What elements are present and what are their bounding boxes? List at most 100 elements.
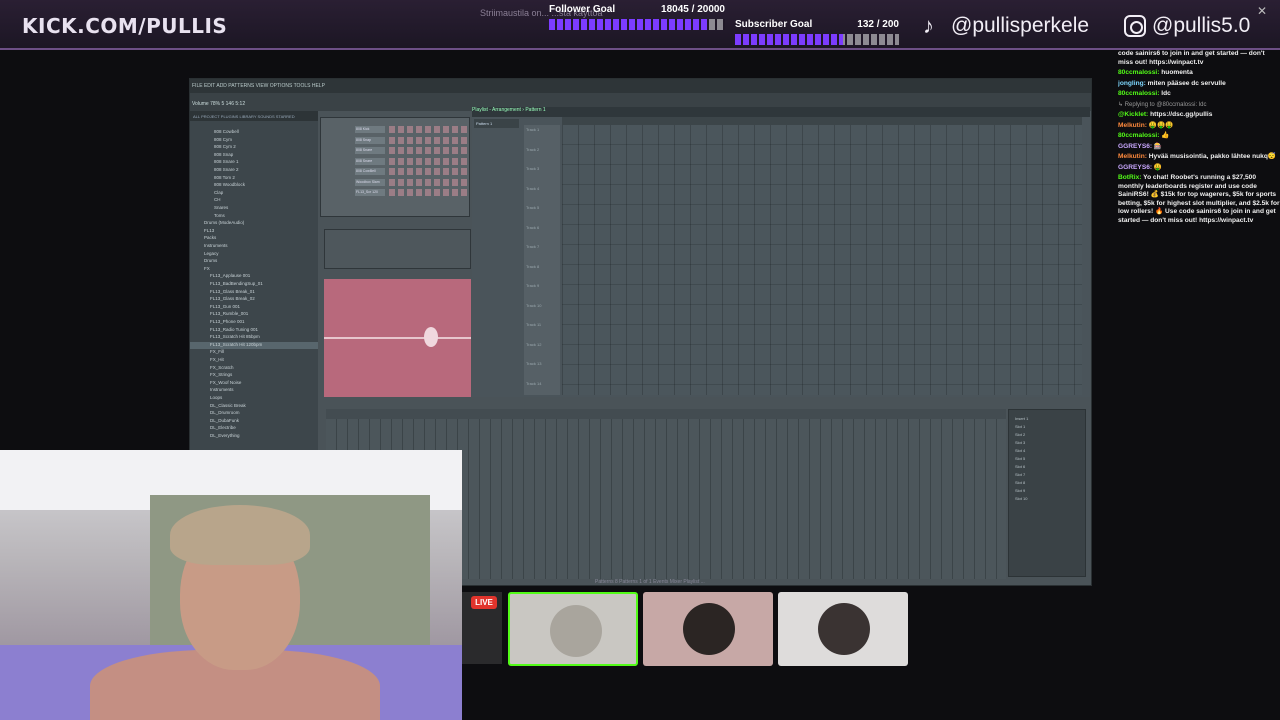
track-header[interactable]: Track 10 <box>526 303 541 308</box>
sampler-settings[interactable] <box>324 229 471 269</box>
track-header[interactable]: Track 13 <box>526 361 541 366</box>
browser-item[interactable]: DL_Drumroom <box>190 410 318 417</box>
chat-username[interactable]: Melkutin: <box>1118 153 1149 160</box>
browser-item[interactable]: 808 Snap <box>190 152 318 159</box>
channel-rack[interactable]: 808 Kick 808 Snap 808 Snare 808 Snare 808 Co… <box>320 117 470 217</box>
channel-name[interactable]: 808 Snap <box>355 136 385 144</box>
channel-row[interactable]: FL13_Scr 120 <box>325 189 467 197</box>
mixer-slot[interactable]: Slot 5 <box>1015 456 1025 461</box>
browser-tabs[interactable]: ALL PROJECT PLUGINS LIBRARY SOUNDS STARR… <box>190 111 318 121</box>
browser-item[interactable]: DL_Everything <box>190 433 318 440</box>
track-header[interactable]: Track 2 <box>526 147 539 152</box>
mixer-slot[interactable]: Insert 1 <box>1015 416 1028 421</box>
channel-row[interactable]: Woodbox Slam <box>325 178 467 187</box>
channel-row[interactable]: 808 Snare <box>325 157 467 166</box>
browser-item[interactable]: 808 Cym <box>190 137 318 144</box>
playlist-window[interactable]: Playlist - Arrangement › Pattern 1 Patte… <box>472 107 1090 397</box>
channel-name[interactable]: 808 Snare <box>355 147 385 154</box>
browser-item[interactable]: FL13_BadBendingSup_01 <box>190 281 318 288</box>
track-header[interactable]: Track 3 <box>526 166 539 171</box>
channel-steps[interactable] <box>389 157 467 165</box>
browser-item[interactable]: FL13_Gun 001 <box>190 304 318 311</box>
track-header[interactable]: Track 14 <box>526 381 541 386</box>
channel-steps[interactable] <box>389 126 467 133</box>
browser-item[interactable]: Clap <box>190 190 318 197</box>
browser-item[interactable]: 808 Snare 1 <box>190 159 318 166</box>
track-header[interactable]: Track 5 <box>526 205 539 210</box>
channel-row[interactable]: 808 Kick <box>325 126 467 134</box>
stream-thumbnail-1[interactable] <box>508 592 638 666</box>
channel-name[interactable]: Woodbox Slam <box>355 178 385 186</box>
browser-item[interactable]: FL13_Phone 001 <box>190 319 318 326</box>
chat-username[interactable]: 80ccmalossi: <box>1118 90 1161 97</box>
browser-item[interactable]: FL13_Glass Break_02 <box>190 296 318 303</box>
browser-item[interactable]: FL13_Glass Break_01 <box>190 289 318 296</box>
browser-item[interactable]: 808 Cowbell <box>190 129 318 136</box>
channel-row[interactable]: 808 Snare <box>325 147 467 155</box>
mixer-slot[interactable]: Slot 2 <box>1015 432 1025 437</box>
mixer-slot[interactable]: Slot 4 <box>1015 448 1025 453</box>
track-header[interactable]: Track 8 <box>526 264 539 269</box>
browser-item[interactable]: 808 Cym 2 <box>190 144 318 151</box>
close-icon[interactable]: ✕ <box>1257 4 1267 18</box>
browser-item[interactable]: FX <box>190 266 318 273</box>
chat-username[interactable]: BotRix: <box>1118 174 1143 181</box>
track-header[interactable]: Track 12 <box>526 342 541 347</box>
mixer-slot[interactable]: Slot 6 <box>1015 464 1025 469</box>
track-header[interactable]: Track 4 <box>526 186 539 191</box>
channel-name[interactable]: 808 Snare <box>355 157 385 165</box>
browser-item[interactable]: Instruments <box>190 387 318 394</box>
browser-item[interactable]: CH <box>190 197 318 204</box>
browser-item[interactable]: FX_Hit <box>190 357 318 364</box>
browser-item[interactable]: FX_Scratch <box>190 365 318 372</box>
browser-item[interactable]: DL_DubaFunk <box>190 418 318 425</box>
stream-thumbnail-2[interactable] <box>643 592 773 666</box>
chat-username[interactable]: 80ccmalossi: <box>1118 132 1161 139</box>
playlist-timeline[interactable] <box>562 117 1082 125</box>
browser-item[interactable]: Packs <box>190 235 318 242</box>
track-header[interactable]: Track 9 <box>526 283 539 288</box>
pattern-selector[interactable]: Pattern 1 <box>474 119 519 128</box>
browser-item[interactable]: DL_Electribe <box>190 425 318 432</box>
browser-item[interactable]: DL_Classic Break <box>190 403 318 410</box>
channel-steps[interactable] <box>389 178 467 186</box>
chat-username[interactable]: jongling: <box>1118 80 1148 87</box>
track-header[interactable]: Track 7 <box>526 244 539 249</box>
channel-name[interactable]: FL13_Scr 120 <box>355 189 385 196</box>
chat-username[interactable]: Melkutin: <box>1118 122 1149 129</box>
playlist-track-headers[interactable]: Track 1 Track 2 Track 3 Track 4 Track 5 Track… <box>524 125 560 395</box>
browser-item[interactable]: FL13_Radio Tuning 001 <box>190 327 318 334</box>
browser-item[interactable]: 808 Tom 2 <box>190 175 318 182</box>
channel-steps[interactable] <box>389 189 467 196</box>
browser-item[interactable]: FL13 <box>190 228 318 235</box>
browser-item[interactable]: 808 Woodblock <box>190 182 318 189</box>
chat-username[interactable]: @Kicklet: <box>1118 111 1150 118</box>
track-header[interactable]: Track 11 <box>526 322 541 327</box>
mixer-slot[interactable]: Slot 3 <box>1015 440 1025 445</box>
channel-steps[interactable] <box>389 147 467 154</box>
chat-username[interactable]: 80ccmalossi: <box>1118 69 1161 76</box>
mixer-slot[interactable]: Slot 9 <box>1015 488 1025 493</box>
browser-item[interactable]: 808 Snare 2 <box>190 167 318 174</box>
daw-menu-bar[interactable]: FILE EDIT ADD PATTERNS VIEW OPTIONS TOOL… <box>190 79 1091 93</box>
chat-username[interactable]: GGREYS6: <box>1118 143 1154 150</box>
chat-username[interactable]: GGREYS6: <box>1118 164 1154 171</box>
mixer-insert-panel[interactable]: Insert 1 Slot 1 Slot 2 Slot 3 Slot 4 Slot 5 Sl… <box>1008 409 1086 577</box>
track-header[interactable]: Track 6 <box>526 225 539 230</box>
browser-item[interactable]: FX_Fill <box>190 349 318 356</box>
channel-name[interactable]: 808 CowBell <box>355 168 385 175</box>
mixer-slot[interactable]: Slot 7 <box>1015 472 1025 477</box>
stream-thumbnail-3[interactable] <box>778 592 908 666</box>
channel-name[interactable]: 808 Kick <box>355 126 385 133</box>
track-header[interactable]: Track 1 <box>526 127 539 132</box>
daw-browser-panel[interactable]: ALL PROJECT PLUGINS LIBRARY SOUNDS STARR… <box>190 111 318 491</box>
browser-item[interactable]: Snares <box>190 205 318 212</box>
browser-item[interactable]: FL13_Applause 001 <box>190 273 318 280</box>
browser-item[interactable]: FX_Strings <box>190 372 318 379</box>
channel-steps[interactable] <box>389 168 467 175</box>
browser-item[interactable]: Drums (ModeAudio) <box>190 220 318 227</box>
browser-item[interactable]: FX_Woof Noise <box>190 380 318 387</box>
browser-item[interactable]: FL13_Scratch Hit 85bpm <box>190 334 318 341</box>
browser-item[interactable]: Legacy <box>190 251 318 258</box>
browser-item[interactable]: Loops <box>190 395 318 402</box>
